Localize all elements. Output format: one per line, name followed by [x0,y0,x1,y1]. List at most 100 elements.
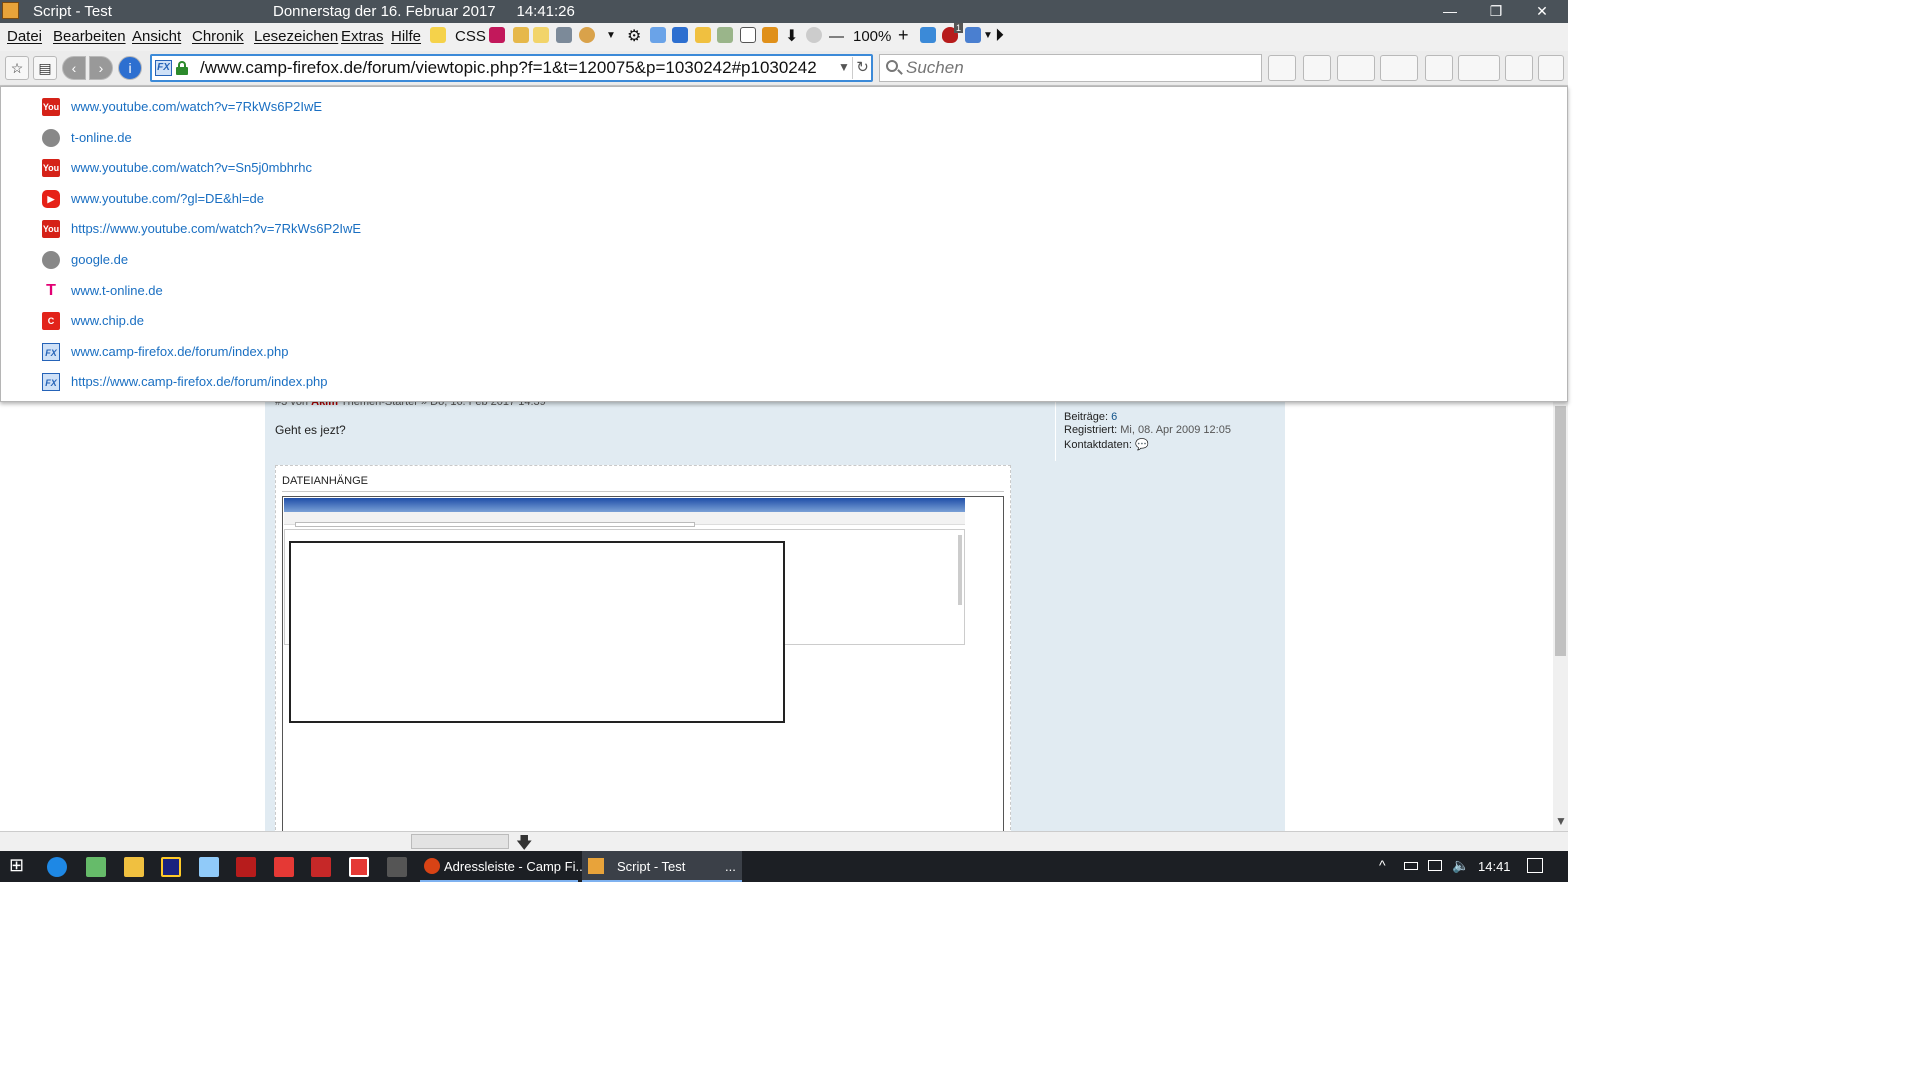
autocomplete-url[interactable]: www.youtube.com/watch?v=7RkWs6P2IwE [71,99,322,114]
addon-gray-icon[interactable] [806,27,822,43]
toolbox-icon[interactable] [1380,55,1418,81]
attachment-image[interactable] [282,496,1004,831]
autocomplete-url[interactable]: www.youtube.com/watch?v=Sn5j0mbhrhc [71,160,312,175]
scroll-down-icon[interactable]: ▼ [1555,814,1567,828]
save-icon[interactable] [556,27,572,43]
autocomplete-item[interactable]: FX www.camp-firefox.de/forum/index.php [1,337,1567,367]
close-button[interactable]: ✕ [1519,0,1565,23]
menu-chronik[interactable]: Chronik [192,28,244,45]
menu-datei[interactable]: Datei [7,28,42,45]
posts-value[interactable]: 6 [1111,411,1117,423]
network-icon[interactable] [1428,860,1442,871]
notepad-green-icon[interactable] [86,857,106,877]
autocomplete-item[interactable]: You https://www.youtube.com/watch?v=7RkW… [1,214,1567,244]
flash-icon[interactable] [1538,55,1564,81]
volume-icon[interactable]: 🔈 [1452,857,1469,874]
menu-ansicht[interactable]: Ansicht [132,28,181,45]
minimize-button[interactable]: — [1427,0,1473,23]
gear-icon[interactable]: ⚙ [627,26,641,46]
f-app-icon[interactable] [161,857,181,877]
s-icon[interactable] [740,27,756,43]
abp-icon[interactable] [717,27,733,43]
play-icon[interactable]: ⏵ [995,25,1004,46]
autocomplete-url[interactable]: www.youtube.com/?gl=DE&hl=de [71,191,264,206]
folder-blue-icon[interactable] [650,27,666,43]
app-blue-icon[interactable] [199,857,219,877]
notepad-icon[interactable] [430,27,446,43]
container-icon[interactable] [1337,55,1375,81]
menu-icon[interactable] [1303,55,1331,81]
menu-lesezeichen[interactable]: Lesezeichen [254,28,338,45]
edge-icon[interactable] [47,857,67,877]
chevron-down-icon[interactable]: ▼ [606,30,616,41]
css-button[interactable]: CSS [455,28,486,45]
autocomplete-url[interactable]: google.de [71,252,128,267]
zoom-level[interactable]: 100% [853,28,891,45]
taskbar-task-script-test[interactable]: Script - Test ... [582,851,742,882]
sync-icon[interactable] [920,27,936,43]
menu-bearbeiten[interactable]: Bearbeiten [53,28,126,45]
bookmarks-list-icon[interactable]: ▤ [33,56,57,80]
pdf-icon[interactable] [1505,55,1533,81]
download-app-icon[interactable] [274,857,294,877]
app-gray-icon[interactable] [387,857,407,877]
maximize-button[interactable]: ❐ [1473,0,1519,23]
autocomplete-item[interactable]: You www.youtube.com/watch?v=Sn5j0mbhrhc [1,153,1567,183]
autocomplete-url[interactable]: https://www.camp-firefox.de/forum/index.… [71,374,328,389]
sync-circle-icon[interactable] [1268,55,1296,81]
zoom-in-button[interactable]: + [898,25,909,46]
autocomplete-item[interactable]: google.de [1,245,1567,275]
back-button[interactable]: ‹ [62,56,86,80]
autocomplete-url[interactable]: www.camp-firefox.de/forum/index.php [71,344,288,359]
folder-icon[interactable] [695,27,711,43]
horizontal-scrollbar[interactable] [411,834,509,849]
scrollbar-thumb[interactable] [1555,406,1566,656]
forward-button[interactable]: › [89,56,113,80]
note-icon[interactable] [533,27,549,43]
zoom-out-button[interactable]: — [829,28,844,45]
autocomplete-item[interactable]: t-online.de [1,123,1567,153]
autocomplete-url[interactable]: https://www.youtube.com/watch?v=7RkWs6P2… [71,221,361,236]
app-doc-icon[interactable] [311,857,331,877]
contact-icon[interactable]: 💬 [1135,439,1149,451]
notification-icon[interactable] [1527,858,1543,873]
url-text[interactable]: /www.camp-firefox.de/forum/viewtopic.php… [200,58,817,78]
site-favicon-icon[interactable]: FX [155,60,172,76]
url-bar[interactable]: FX /www.camp-firefox.de/forum/viewtopic.… [150,54,873,82]
autocomplete-url[interactable]: www.chip.de [71,313,144,328]
mask-icon[interactable] [1425,55,1453,81]
download-icon[interactable]: ⬇ [785,26,798,46]
app-red-icon[interactable] [236,857,256,877]
explorer-folder-icon[interactable] [124,857,144,877]
menu-extras[interactable]: Extras [341,28,384,45]
tray-chevron-up-icon[interactable]: ^ [1379,857,1386,873]
battery-icon[interactable] [1404,862,1418,870]
brush-icon[interactable] [513,27,529,43]
url-dropdown-icon[interactable]: ▼ [838,60,850,74]
autocomplete-item[interactable]: T www.t-online.de [1,276,1567,306]
image-icon[interactable] [762,27,778,43]
search-bar[interactable] [879,54,1262,82]
sidebar-icon[interactable] [672,27,688,43]
taskbar-task-camp-firefox[interactable]: Adressleiste - Camp Fi... [420,851,586,882]
menu-hilfe[interactable]: Hilfe [391,28,421,45]
chevron-down-icon[interactable]: ▼ [983,30,993,41]
clipboard-icon[interactable] [1458,55,1500,81]
autocomplete-item[interactable]: C www.chip.de [1,306,1567,336]
windows-start-icon[interactable]: ⊞ [9,855,24,876]
search-icon[interactable] [886,60,898,72]
taskbar-clock[interactable]: 14:41 [1478,859,1511,874]
search-input[interactable] [906,57,1256,79]
bookmark-star-icon[interactable]: ☆ [5,56,29,80]
autocomplete-item[interactable]: FX https://www.camp-firefox.de/forum/ind… [1,367,1567,397]
puzzle-icon[interactable] [965,27,981,43]
autocomplete-item[interactable]: You www.youtube.com/watch?v=7RkWs6P2IwE [1,92,1567,122]
autocomplete-url[interactable]: t-online.de [71,130,132,145]
lock-icon[interactable] [176,61,188,75]
autocomplete-url[interactable]: www.t-online.de [71,283,163,298]
autocomplete-item[interactable]: ▶ www.youtube.com/?gl=DE&hl=de [1,184,1567,214]
d-app-icon[interactable] [349,857,369,877]
firefox-app-icon[interactable] [2,2,19,19]
stylish-icon[interactable] [489,27,505,43]
reload-icon[interactable]: ↻ [852,57,872,79]
